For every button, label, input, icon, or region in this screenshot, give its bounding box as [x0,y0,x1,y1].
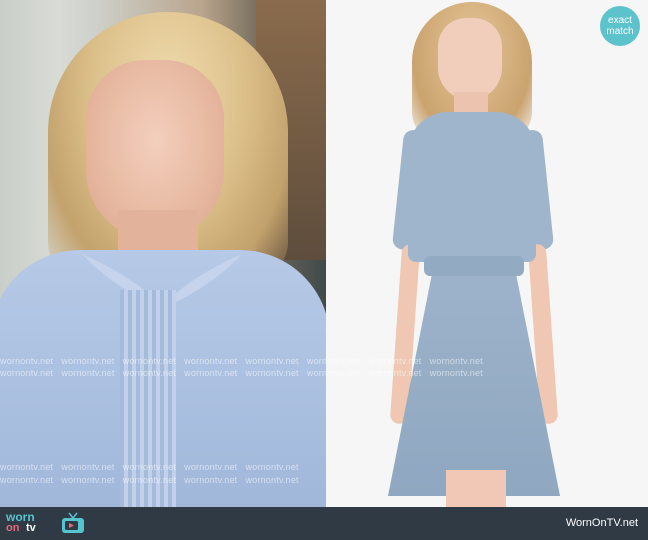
watermark-text: wornontv.net [184,368,238,378]
watermark-text: wornontv.net [0,356,54,366]
watermark-text: wornontv.net [184,475,238,485]
model-face [438,18,502,100]
dress-waistband [424,256,524,276]
watermark-text: wornontv.net [122,462,177,472]
tv-screenshot-photo [0,0,326,507]
watermark-row: wornontv.net wornontv.net wornontv.net w… [0,356,648,366]
watermark-text: wornontv.net [122,368,177,378]
watermark-text: wornontv.net [61,462,115,472]
product-photo [326,0,648,507]
watermark-text: wornontv.net [184,356,238,366]
watermark-text: wornontv.net [122,356,177,366]
watermark-text: wornontv.net [245,356,299,366]
watermark-row: wornontv.net wornontv.net wornontv.net w… [0,475,648,485]
dress-bodice [408,112,536,262]
logo-on-text: on [6,522,20,534]
badge-line-1: exact [608,15,632,26]
watermark-text: wornontv.net [184,462,238,472]
watermark-text: wornontv.net [0,462,54,472]
watermark-text: wornontv.net [368,356,422,366]
watermark-text: wornontv.net [61,368,115,378]
watermark-text: wornontv.net [245,368,299,378]
footer-bar [0,507,648,540]
watermark-text: wornontv.net [245,475,299,485]
watermark-text: wornontv.net [429,368,483,378]
watermark-row: wornontv.net wornontv.net wornontv.net w… [0,368,648,378]
watermark-text: wornontv.net [306,356,361,366]
watermark-text: wornontv.net [368,368,422,378]
watermark-text: wornontv.net [61,475,115,485]
badge-line-2: match [606,26,634,37]
wornontv-logo[interactable]: worn on tv [6,509,88,537]
logo-tv-text: tv [26,522,36,534]
watermark-text: wornontv.net [429,356,483,366]
watermark-row: wornontv.net wornontv.net wornontv.net w… [0,462,648,472]
watermark-text: wornontv.net [61,356,115,366]
watermark-text: wornontv.net [0,368,54,378]
watermark-text: wornontv.net [122,475,177,485]
watermark-text: wornontv.net [306,368,361,378]
watermark-text: wornontv.net [245,462,299,472]
tv-icon [62,512,84,533]
exact-match-badge: exact match [600,6,640,46]
site-name: WornOnTV.net [565,517,638,529]
watermark-text: wornontv.net [0,475,54,485]
